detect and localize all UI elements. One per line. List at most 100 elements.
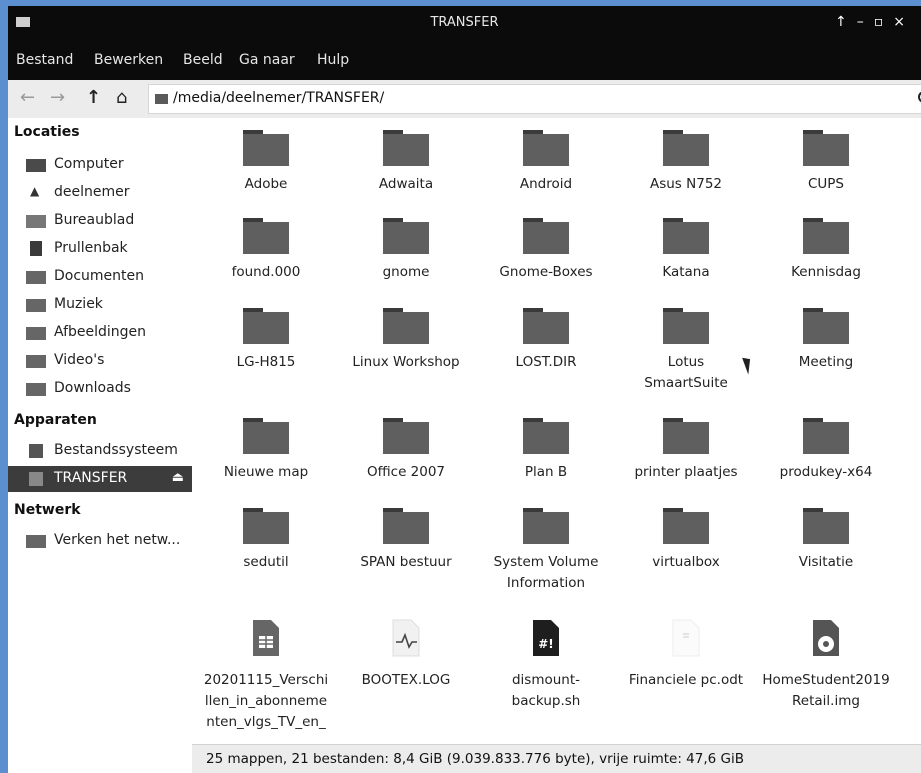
sidebar-item-afbeeldingen[interactable]: Afbeeldingen [8, 320, 192, 346]
sidebar-item-deelnemer[interactable]: ▲ deelnemer [8, 180, 192, 206]
folder-item[interactable]: gnome [336, 218, 476, 283]
sidebar-item-netwerk[interactable]: Verken het netw... [8, 528, 192, 554]
sidebar-item-label: Downloads [54, 380, 131, 396]
keep-above-icon[interactable]: ↑ [835, 14, 857, 30]
shell-script-icon: #! [533, 620, 559, 656]
sidebar-item-label: Computer [54, 156, 124, 172]
folder-icon [803, 508, 849, 544]
maximize-icon[interactable]: ▫ [874, 14, 894, 30]
folder-item[interactable]: Lotus SmaartSuite [616, 308, 756, 394]
folder-name: Adwaita [378, 176, 434, 192]
file-item[interactable]: 20201115_Verschillen_in_abonnementen_vlg… [196, 618, 336, 733]
folder-item[interactable]: Asus N752 [616, 130, 756, 195]
folder-item[interactable]: Visitatie [756, 508, 896, 573]
folder-item[interactable]: Adwaita [336, 130, 476, 195]
folder-item[interactable]: printer plaatjes [616, 418, 756, 483]
location-path[interactable]: /media/deelnemer/TRANSFER/ [173, 90, 384, 106]
back-icon[interactable]: ← [20, 86, 35, 110]
file-view[interactable]: Adobe Adwaita Android Asus N752 CUPS found.00… [192, 118, 921, 744]
location-bar[interactable]: /media/deelnemer/TRANSFER/ [148, 84, 921, 114]
sidebar-item-bestandssysteem[interactable]: Bestandssysteem [8, 438, 192, 464]
menu-bestand[interactable]: Bestand [16, 52, 73, 68]
file-name: HomeStudent2019Retail.img [762, 672, 890, 709]
folder-item[interactable]: Adobe [196, 130, 336, 195]
menu-bar: Bestand Bewerken Beeld Ga naar Hulp [8, 40, 921, 80]
folder-item[interactable]: LG-H815 [196, 308, 336, 373]
sidebar-item-computer[interactable]: Computer [8, 152, 192, 178]
menu-bewerken[interactable]: Bewerken [94, 52, 163, 68]
folder-icon [523, 308, 569, 344]
folder-item[interactable]: System Volume Information [476, 508, 616, 594]
sidebar-item-muziek[interactable]: Muziek [8, 292, 192, 318]
pictures-folder-icon [26, 327, 46, 340]
folder-item[interactable]: Gnome-Boxes [476, 218, 616, 283]
sidebar-heading-apparaten: Apparaten [14, 412, 97, 428]
folder-item[interactable]: Kennisdag [756, 218, 896, 283]
sidebar-item-downloads[interactable]: Downloads [8, 376, 192, 402]
sidebar-item-transfer[interactable]: TRANSFER ⏏ [8, 466, 192, 492]
folder-name: printer plaatjes [634, 464, 738, 480]
folder-item[interactable]: LOST.DIR [476, 308, 616, 373]
videos-folder-icon [26, 355, 46, 368]
folder-item[interactable]: found.000 [196, 218, 336, 283]
sidebar-item-label: Bestandssysteem [54, 442, 178, 458]
folder-name: found.000 [231, 264, 301, 280]
folder-item[interactable]: Katana [616, 218, 756, 283]
folder-name: produkey-x64 [779, 464, 873, 480]
folder-name: Lotus SmaartSuite [644, 354, 728, 391]
sidebar-item-videos[interactable]: Video's [8, 348, 192, 374]
file-name: 20201115_Verschillen_in_abonnementen_vlg… [203, 672, 329, 730]
sidebar: Locaties Computer ▲ deelnemer Bureaublad… [8, 118, 192, 773]
folder-item[interactable]: Plan B [476, 418, 616, 483]
folder-icon [383, 508, 429, 544]
title-bar[interactable]: TRANSFER ↑–▫× [8, 6, 921, 40]
file-item[interactable]: BOOTEX.LOG [336, 618, 476, 691]
menu-hulp[interactable]: Hulp [317, 52, 349, 68]
folder-name: Katana [662, 264, 710, 280]
disk-image-icon [813, 620, 839, 656]
sidebar-item-label: Muziek [54, 296, 103, 312]
sidebar-item-prullenbak[interactable]: Prullenbak [8, 236, 192, 262]
folder-icon [803, 130, 849, 166]
folder-icon [523, 508, 569, 544]
eject-icon[interactable]: ⏏ [172, 470, 184, 485]
sidebar-item-label: Verken het netw... [54, 532, 181, 548]
log-file-icon [392, 619, 420, 657]
file-item[interactable]: #! dismount-backup.sh [476, 618, 616, 712]
forward-icon[interactable]: → [50, 86, 65, 110]
file-name: Financiele pc.odt [628, 672, 744, 688]
music-folder-icon [26, 299, 46, 312]
folder-icon [243, 130, 289, 166]
menu-ga-naar[interactable]: Ga naar [239, 52, 295, 68]
menu-beeld[interactable]: Beeld [183, 52, 223, 68]
sidebar-item-label: Documenten [54, 268, 145, 284]
folder-item[interactable]: SPAN bestuur [336, 508, 476, 573]
folder-icon [803, 308, 849, 344]
folder-name: Nieuwe map [223, 464, 309, 480]
file-item[interactable]: Financiele pc.odt [616, 618, 756, 691]
folder-item[interactable]: Android [476, 130, 616, 195]
close-icon[interactable]: × [893, 14, 915, 30]
folder-name: Kennisdag [791, 264, 861, 280]
minimize-icon[interactable]: – [857, 14, 874, 30]
file-name: BOOTEX.LOG [361, 672, 451, 688]
home-icon[interactable]: ⌂ [116, 86, 127, 110]
downloads-folder-icon [26, 383, 46, 396]
sidebar-item-bureaublad[interactable]: Bureaublad [8, 208, 192, 234]
folder-item[interactable]: sedutil [196, 508, 336, 573]
search-icon[interactable] [917, 90, 921, 106]
folder-item[interactable]: Office 2007 [336, 418, 476, 483]
folder-item[interactable]: Meeting [756, 308, 896, 373]
up-icon[interactable]: ↑ [86, 86, 101, 110]
folder-item[interactable]: virtualbox [616, 508, 756, 573]
folder-item[interactable]: Linux Workshop [336, 308, 476, 373]
folder-item[interactable]: Nieuwe map [196, 418, 336, 483]
folder-icon [663, 308, 709, 344]
file-manager-window: TRANSFER ↑–▫× Bestand Bewerken Beeld Ga … [8, 6, 921, 773]
folder-item[interactable]: CUPS [756, 130, 896, 195]
window-title: TRANSFER [430, 15, 499, 30]
sidebar-item-label: deelnemer [54, 184, 130, 200]
folder-item[interactable]: produkey-x64 [756, 418, 896, 483]
sidebar-item-documenten[interactable]: Documenten [8, 264, 192, 290]
file-item[interactable]: HomeStudent2019Retail.img [756, 618, 896, 712]
